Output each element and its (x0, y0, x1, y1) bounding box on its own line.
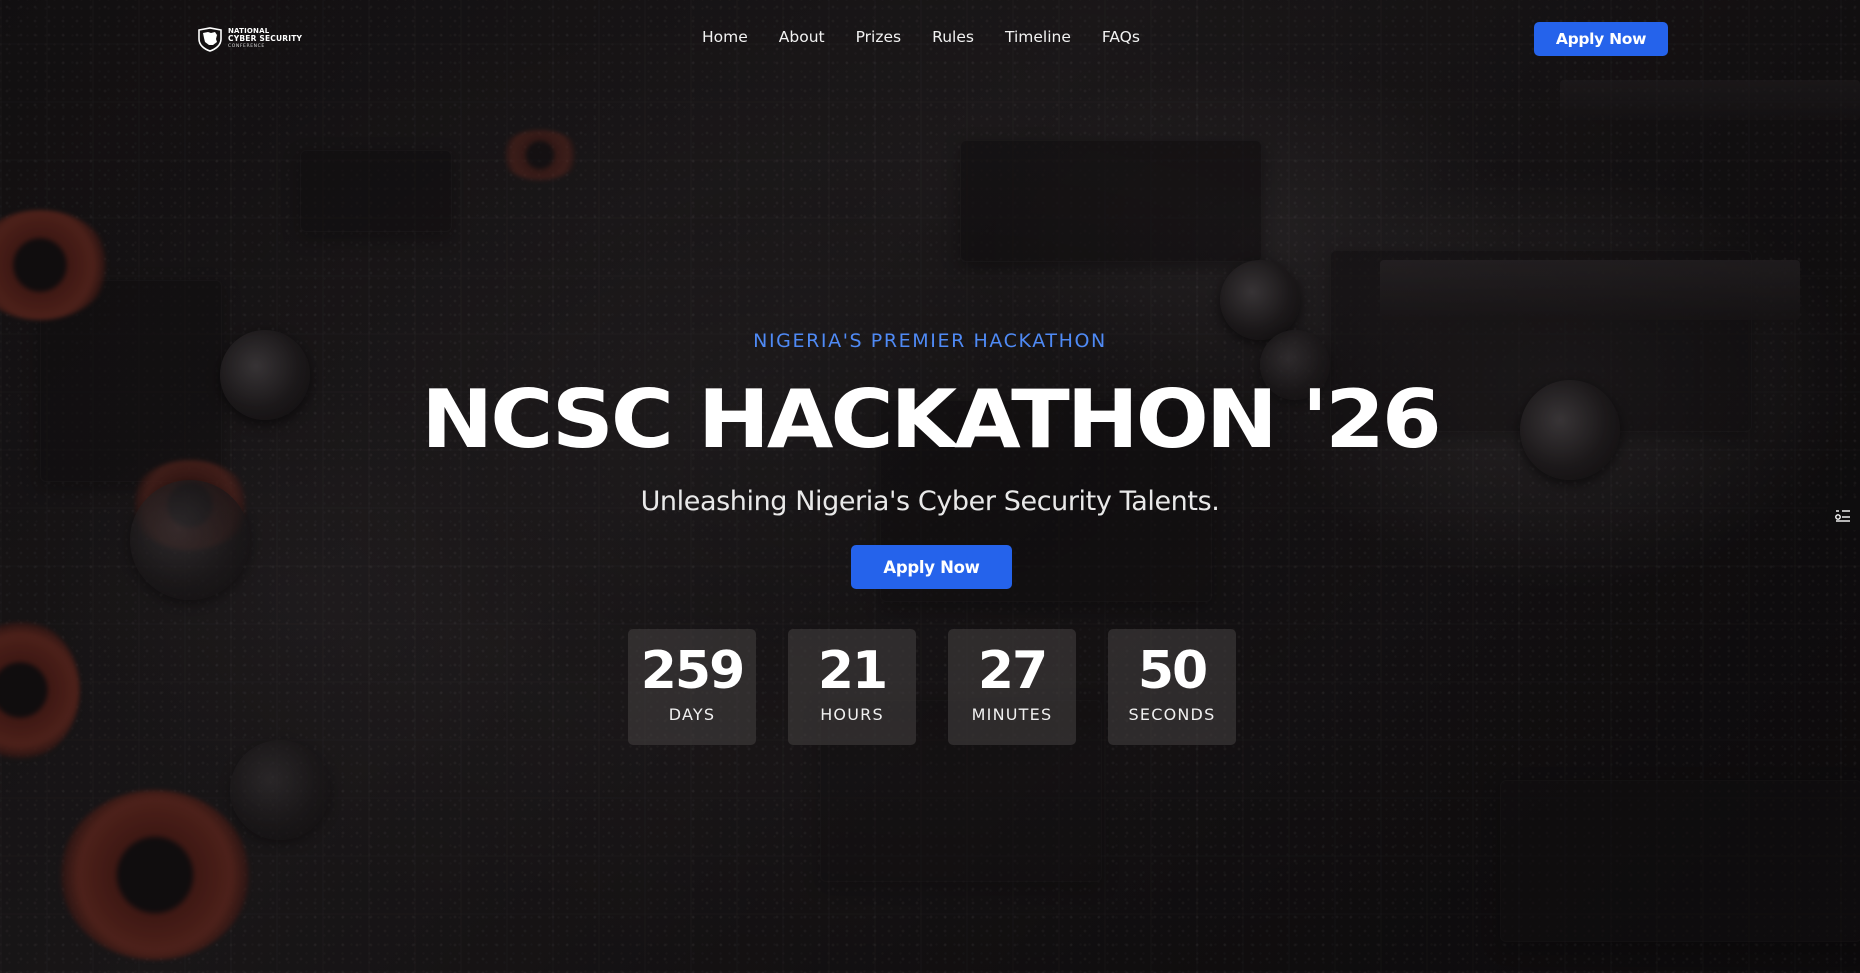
site-logo[interactable]: NATIONAL CYBER SECURITY CONFERENCE (196, 26, 302, 52)
nav-link-timeline[interactable]: Timeline (1005, 28, 1071, 46)
countdown-hours: 21 HOURS (788, 629, 916, 745)
countdown-seconds-value: 50 (1137, 641, 1208, 701)
accessibility-settings-icon (1835, 510, 1850, 522)
countdown-hours-label: HOURS (820, 705, 884, 724)
hero-subtitle: Unleashing Nigeria's Cyber Security Tale… (640, 486, 1220, 517)
logo-line-3: CONFERENCE (228, 44, 265, 49)
countdown-minutes-value: 27 (977, 641, 1048, 701)
logo-text: NATIONAL CYBER SECURITY CONFERENCE (228, 27, 302, 51)
countdown-days-value: 259 (640, 641, 746, 701)
logo-line-2: CYBER SECURITY (228, 34, 303, 43)
hero-title: NCSC HACKATHON '26 (421, 373, 1442, 467)
countdown-hours-value: 21 (817, 641, 888, 701)
hero-section: NATIONAL CYBER SECURITY CONFERENCE Home … (0, 0, 1860, 973)
hero-apply-button[interactable]: Apply Now (851, 545, 1012, 589)
countdown-timer: 259 DAYS 21 HOURS 27 MINUTES 50 SECONDS (628, 629, 1236, 745)
nav-link-about[interactable]: About (779, 28, 825, 46)
top-navigation: NATIONAL CYBER SECURITY CONFERENCE Home … (0, 0, 1860, 78)
hero-eyebrow: NIGERIA'S PREMIER HACKATHON (753, 330, 1107, 352)
countdown-minutes-label: MINUTES (971, 705, 1053, 724)
nav-link-prizes[interactable]: Prizes (856, 28, 902, 46)
countdown-seconds-label: SECONDS (1128, 705, 1216, 724)
nav-apply-button[interactable]: Apply Now (1534, 22, 1668, 56)
countdown-days-label: DAYS (668, 705, 716, 724)
main-menu: Home About Prizes Rules Timeline FAQs (702, 28, 1171, 46)
side-widget-button[interactable] (1826, 500, 1860, 530)
shield-map-icon (198, 27, 222, 52)
countdown-seconds: 50 SECONDS (1108, 629, 1236, 745)
countdown-minutes: 27 MINUTES (948, 629, 1076, 745)
nav-link-faqs[interactable]: FAQs (1102, 28, 1140, 46)
nav-link-rules[interactable]: Rules (932, 28, 974, 46)
countdown-days: 259 DAYS (628, 629, 756, 745)
nav-link-home[interactable]: Home (702, 28, 748, 46)
